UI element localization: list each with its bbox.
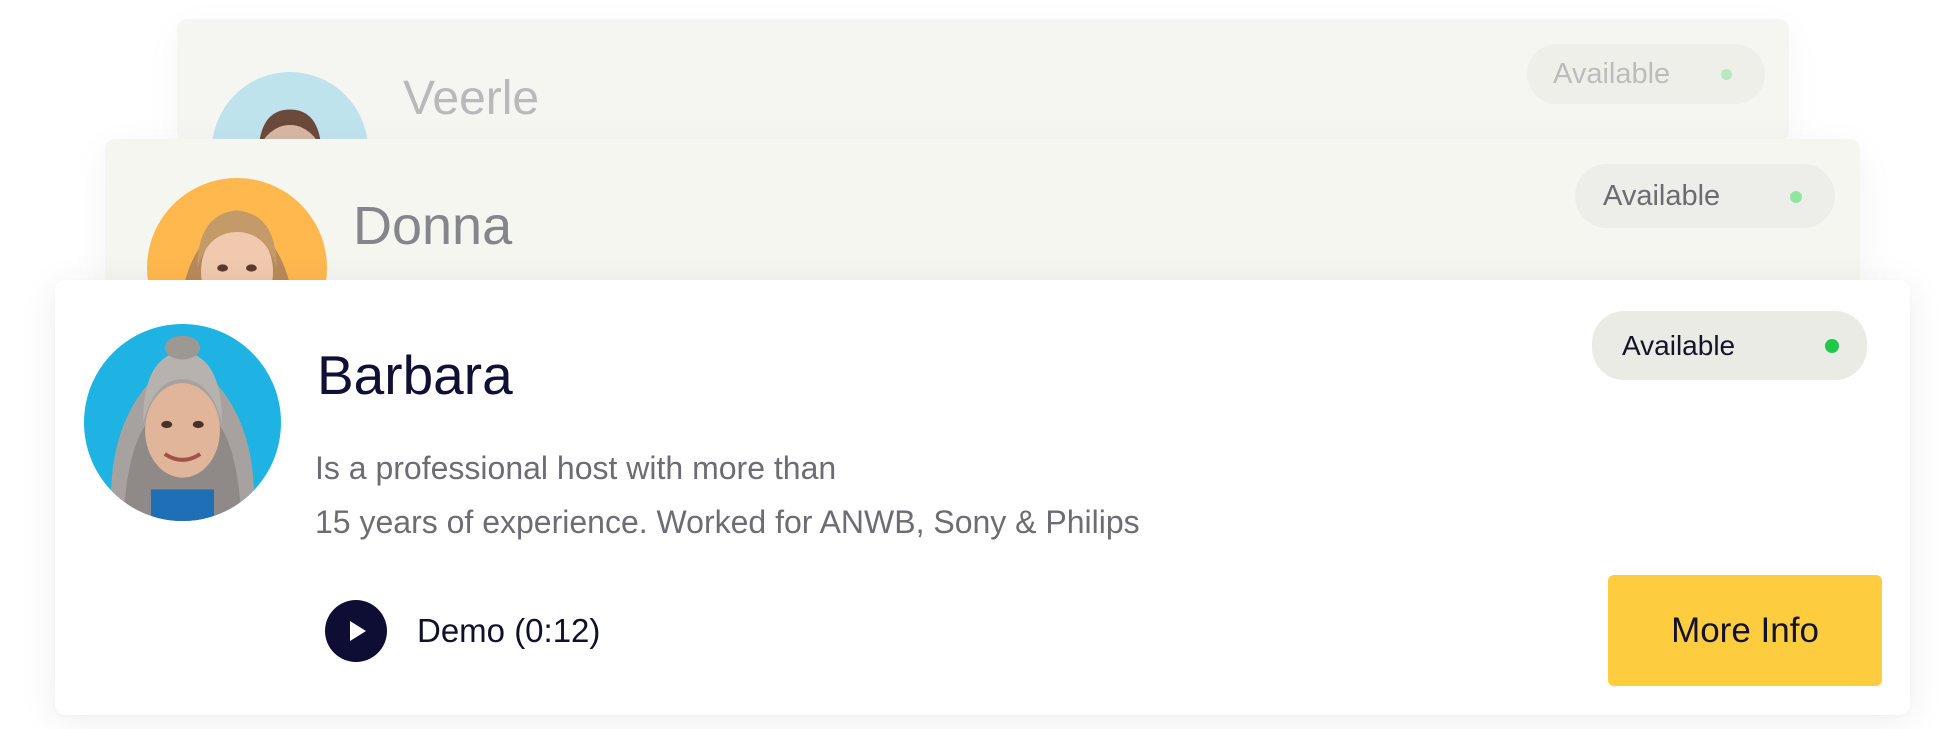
bio-line: 15 years of experience. Worked for ANWB,… bbox=[315, 504, 1140, 540]
avatar-barbara bbox=[84, 324, 281, 521]
status-label: Available bbox=[1622, 329, 1736, 361]
status-dot-icon bbox=[1721, 69, 1732, 80]
host-card-barbara[interactable]: Barbara Available Is a professional host… bbox=[55, 280, 1910, 715]
play-icon bbox=[350, 621, 366, 641]
more-info-button[interactable]: More Info bbox=[1608, 575, 1882, 686]
host-card-veerle[interactable]: Veerle Available bbox=[177, 19, 1789, 141]
bio-line: Is a professional host with more than bbox=[315, 450, 837, 486]
demo-label[interactable]: Demo (0:12) bbox=[417, 612, 600, 650]
status-badge-donna: Available bbox=[1575, 164, 1835, 228]
portrait-barbara-icon bbox=[84, 324, 281, 521]
status-label: Available bbox=[1603, 179, 1721, 212]
host-name-veerle: Veerle bbox=[403, 72, 540, 125]
status-dot-icon bbox=[1790, 191, 1802, 203]
status-label: Available bbox=[1553, 57, 1671, 90]
portrait-veerle-icon bbox=[212, 72, 368, 141]
status-badge-veerle: Available bbox=[1527, 44, 1765, 104]
host-bio: Is a professional host with more than 15… bbox=[315, 441, 1140, 549]
host-card-stack: Veerle Available Donna Available Barbara… bbox=[0, 0, 1939, 729]
play-button[interactable] bbox=[325, 600, 387, 662]
host-card-donna[interactable]: Donna Available bbox=[105, 139, 1860, 285]
status-dot-icon bbox=[1825, 339, 1839, 353]
portrait-donna-icon bbox=[147, 178, 327, 285]
avatar-donna bbox=[147, 178, 327, 285]
avatar-veerle bbox=[212, 72, 368, 141]
demo-audio-player[interactable]: Demo (0:12) bbox=[325, 600, 600, 662]
host-name-donna: Donna bbox=[353, 196, 513, 256]
status-badge-barbara: Available bbox=[1592, 311, 1867, 380]
host-name-barbara: Barbara bbox=[317, 344, 513, 406]
